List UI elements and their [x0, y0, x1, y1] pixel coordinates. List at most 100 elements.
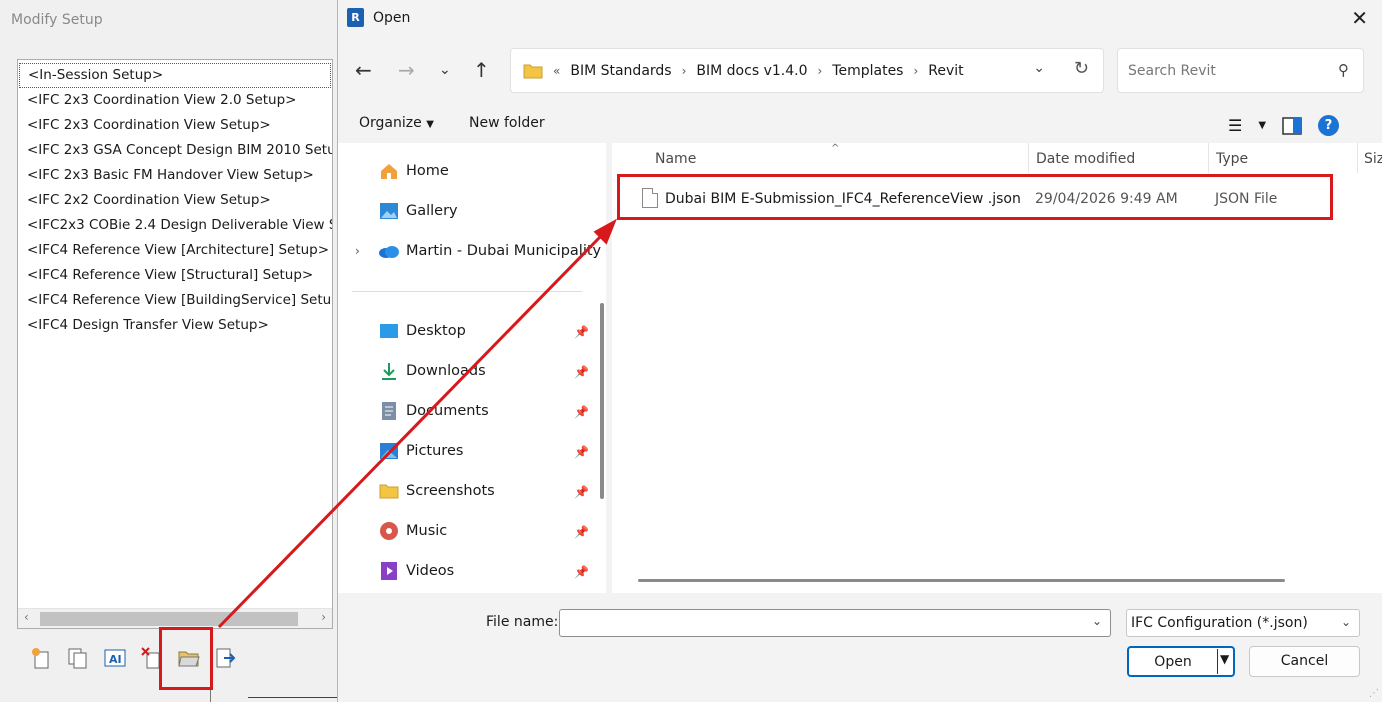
nav-item-downloads[interactable]: Downloads [378, 360, 486, 382]
chevron-down-icon[interactable]: ⌄ [1092, 614, 1102, 628]
scroll-thumb[interactable] [40, 612, 298, 626]
folder-icon [523, 64, 543, 78]
breadcrumb-overflow[interactable]: « [553, 64, 560, 78]
column-header-date[interactable]: Date modified [1036, 151, 1135, 167]
pin-icon: 📌 [574, 525, 589, 539]
sort-ascending-icon: ^ [831, 143, 840, 154]
nav-item-desktop[interactable]: Desktop [378, 320, 466, 342]
chevron-down-icon[interactable]: ⌄ [1341, 615, 1351, 629]
file-name-input[interactable]: ⌄ [559, 609, 1111, 637]
videos-icon [378, 560, 400, 582]
background-divider [248, 697, 340, 698]
resize-grip-icon[interactable]: ⋰ [1369, 688, 1379, 699]
chevron-right-icon: › [913, 63, 919, 78]
open-file-dialog: R Open ✕ ← → ⌄ ↑ « BIM Standards › BIM d… [337, 0, 1382, 702]
recent-locations-icon[interactable]: ⌄ [439, 62, 451, 78]
chevron-down-icon[interactable]: ⌄ [1033, 60, 1045, 76]
organize-menu[interactable]: Organize ▼ [359, 115, 434, 131]
address-bar[interactable]: « BIM Standards › BIM docs v1.4.0 › Temp… [510, 48, 1104, 93]
expand-chevron-icon[interactable]: › [355, 244, 360, 258]
view-list-icon[interactable]: ☰ [1228, 116, 1242, 135]
column-separator[interactable] [1208, 143, 1209, 173]
search-input[interactable]: Search Revit ⚲ [1117, 48, 1364, 93]
caret-down-icon: ▼ [426, 119, 434, 130]
column-separator[interactable] [1357, 143, 1358, 173]
pin-icon: 📌 [574, 445, 589, 459]
modify-setup-window: Modify Setup <In-Session Setup> <IFC 2x3… [0, 0, 340, 702]
caret-down-icon[interactable]: ▼ [1258, 120, 1266, 131]
revit-app-icon: R [347, 8, 364, 27]
setup-list[interactable]: <In-Session Setup> <IFC 2x3 Coordination… [17, 59, 333, 629]
breadcrumb-item[interactable]: Revit [928, 63, 963, 79]
new-folder-button[interactable]: New folder [469, 115, 545, 131]
setup-list-item[interactable]: <IFC4 Reference View [BuildingService] S… [18, 288, 332, 313]
setup-list-item[interactable]: <In-Session Setup> [19, 63, 331, 88]
gallery-icon [378, 200, 400, 222]
pictures-icon [378, 440, 400, 462]
setup-list-item[interactable]: <IFC 2x2 Coordination View Setup> [18, 188, 332, 213]
downloads-icon [378, 360, 400, 382]
setup-list-item[interactable]: <IFC4 Reference View [Architecture] Setu… [18, 238, 332, 263]
pin-icon: 📌 [574, 325, 589, 339]
nav-item-home[interactable]: Home [378, 160, 449, 182]
column-header-size[interactable]: Siz [1364, 151, 1382, 167]
new-setup-icon[interactable] [28, 645, 53, 670]
forward-arrow-icon[interactable]: → [398, 58, 415, 82]
cancel-button[interactable]: Cancel [1249, 646, 1360, 677]
navigation-pane: Home Gallery › Martin - Dubai Municipali… [338, 143, 606, 593]
nav-item-music[interactable]: Music [378, 520, 447, 542]
modify-setup-title: Modify Setup [11, 12, 103, 28]
open-button[interactable]: Open ▼ [1127, 646, 1235, 677]
setup-list-item[interactable]: <IFC 2x3 Coordination View 2.0 Setup> [18, 88, 332, 113]
setup-list-item[interactable]: <IFC4 Design Transfer View Setup> [18, 313, 332, 338]
pin-icon: 📌 [574, 405, 589, 419]
scroll-left-icon[interactable]: ‹ [24, 610, 29, 624]
pin-icon: 📌 [574, 485, 589, 499]
nav-item-pictures[interactable]: Pictures [378, 440, 463, 462]
setup-list-item[interactable]: <IFC4 Reference View [Structural] Setup> [18, 263, 332, 288]
file-type-select[interactable]: IFC Configuration (*.json) ⌄ [1126, 609, 1360, 637]
scroll-right-icon[interactable]: › [321, 610, 326, 624]
column-header-name[interactable]: Name [655, 151, 696, 167]
help-icon[interactable]: ? [1318, 115, 1340, 136]
onedrive-cloud-icon [378, 240, 400, 262]
search-placeholder: Search Revit [1128, 62, 1216, 79]
preview-pane-icon[interactable] [1282, 116, 1302, 135]
column-separator[interactable] [1028, 143, 1029, 173]
view-controls: ☰ ▼ ? [1228, 115, 1340, 136]
nav-item-screenshots[interactable]: Screenshots [378, 480, 495, 502]
column-header-type[interactable]: Type [1216, 151, 1248, 167]
split-divider [1217, 649, 1218, 674]
duplicate-setup-icon[interactable] [65, 645, 90, 670]
music-icon [378, 520, 400, 542]
nav-scrollbar[interactable] [600, 303, 604, 499]
nav-item-onedrive[interactable]: Martin - Dubai Municipality [378, 240, 601, 262]
dialog-titlebar: R Open [347, 8, 410, 27]
search-icon: ⚲ [1338, 61, 1349, 79]
breadcrumb-item[interactable]: BIM Standards [570, 63, 671, 79]
nav-item-documents[interactable]: Documents [378, 400, 489, 422]
nav-item-videos[interactable]: Videos [378, 560, 454, 582]
file-name-label: File name: [486, 614, 559, 630]
highlight-file-row [617, 174, 1333, 220]
caret-down-icon[interactable]: ▼ [1220, 652, 1229, 666]
up-arrow-icon[interactable]: ↑ [473, 58, 490, 82]
setup-list-hscrollbar[interactable]: ‹ › [18, 608, 332, 628]
export-setup-icon[interactable] [213, 645, 238, 670]
rename-setup-icon[interactable]: AI [102, 645, 127, 670]
setup-list-item[interactable]: <IFC 2x3 Coordination View Setup> [18, 113, 332, 138]
close-icon[interactable]: ✕ [1351, 6, 1368, 30]
breadcrumb-item[interactable]: Templates [832, 63, 903, 79]
documents-icon [378, 400, 400, 422]
setup-list-item[interactable]: <IFC 2x3 Basic FM Handover View Setup> [18, 163, 332, 188]
refresh-icon[interactable]: ↻ [1074, 58, 1089, 79]
setup-list-item[interactable]: <IFC2x3 COBie 2.4 Design Deliverable Vie… [18, 213, 332, 238]
dialog-title: Open [373, 9, 411, 26]
highlight-import-button [159, 627, 213, 690]
nav-item-gallery[interactable]: Gallery [378, 200, 458, 222]
back-arrow-icon[interactable]: ← [355, 58, 372, 82]
setup-list-item[interactable]: <IFC 2x3 GSA Concept Design BIM 2010 Set… [18, 138, 332, 163]
breadcrumb-item[interactable]: BIM docs v1.4.0 [696, 63, 807, 79]
file-list-hscrollbar[interactable] [638, 579, 1285, 582]
desktop-icon [378, 320, 400, 342]
